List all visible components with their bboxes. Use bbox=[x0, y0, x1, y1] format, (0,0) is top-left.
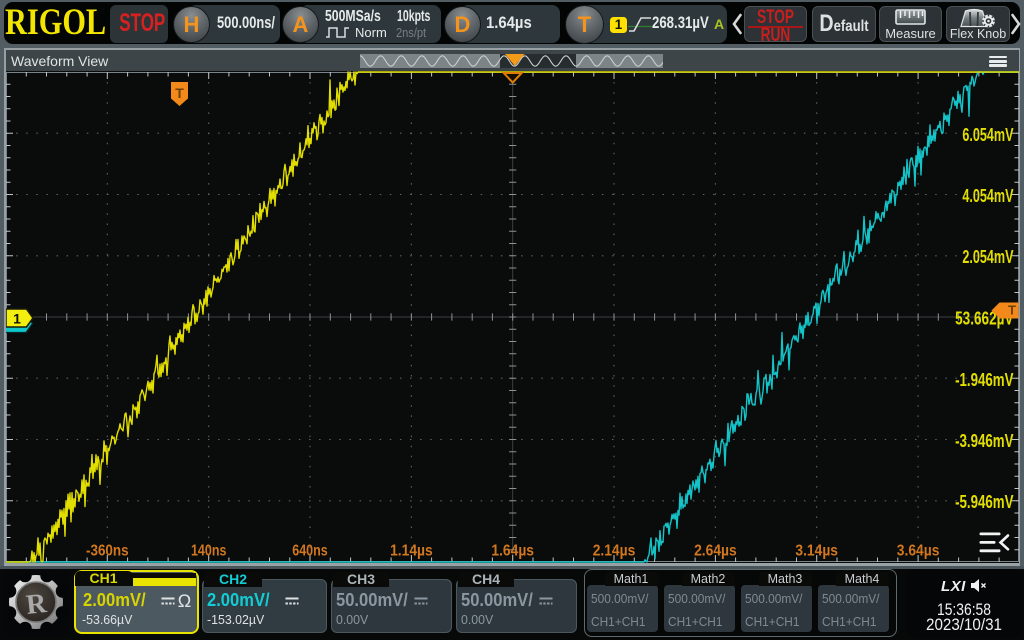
svg-text:2.64µs: 2.64µs bbox=[694, 543, 737, 560]
svg-text:1.64µs: 1.64µs bbox=[491, 543, 534, 560]
svg-text:T: T bbox=[175, 85, 184, 101]
svg-text:3.64µs: 3.64µs bbox=[896, 543, 939, 560]
svg-text:6.054mV: 6.054mV bbox=[962, 124, 1014, 145]
svg-text:2.14µs: 2.14µs bbox=[592, 543, 635, 560]
svg-text:4.054mV: 4.054mV bbox=[962, 185, 1014, 206]
svg-text:-1.946mV: -1.946mV bbox=[955, 369, 1014, 390]
svg-text:1.14µs: 1.14µs bbox=[390, 543, 433, 560]
svg-text:640ns: 640ns bbox=[292, 543, 328, 560]
svg-text:2.054mV: 2.054mV bbox=[962, 246, 1014, 267]
svg-text:1: 1 bbox=[13, 311, 21, 327]
svg-text:-3.946mV: -3.946mV bbox=[955, 430, 1014, 451]
svg-text:140ns: 140ns bbox=[190, 543, 226, 560]
svg-text:-5.946mV: -5.946mV bbox=[955, 491, 1014, 512]
svg-text:-360ns: -360ns bbox=[86, 543, 129, 560]
svg-text:3.14µs: 3.14µs bbox=[795, 543, 838, 560]
svg-text:T: T bbox=[1008, 303, 1016, 318]
svg-text:R: R bbox=[25, 588, 49, 621]
